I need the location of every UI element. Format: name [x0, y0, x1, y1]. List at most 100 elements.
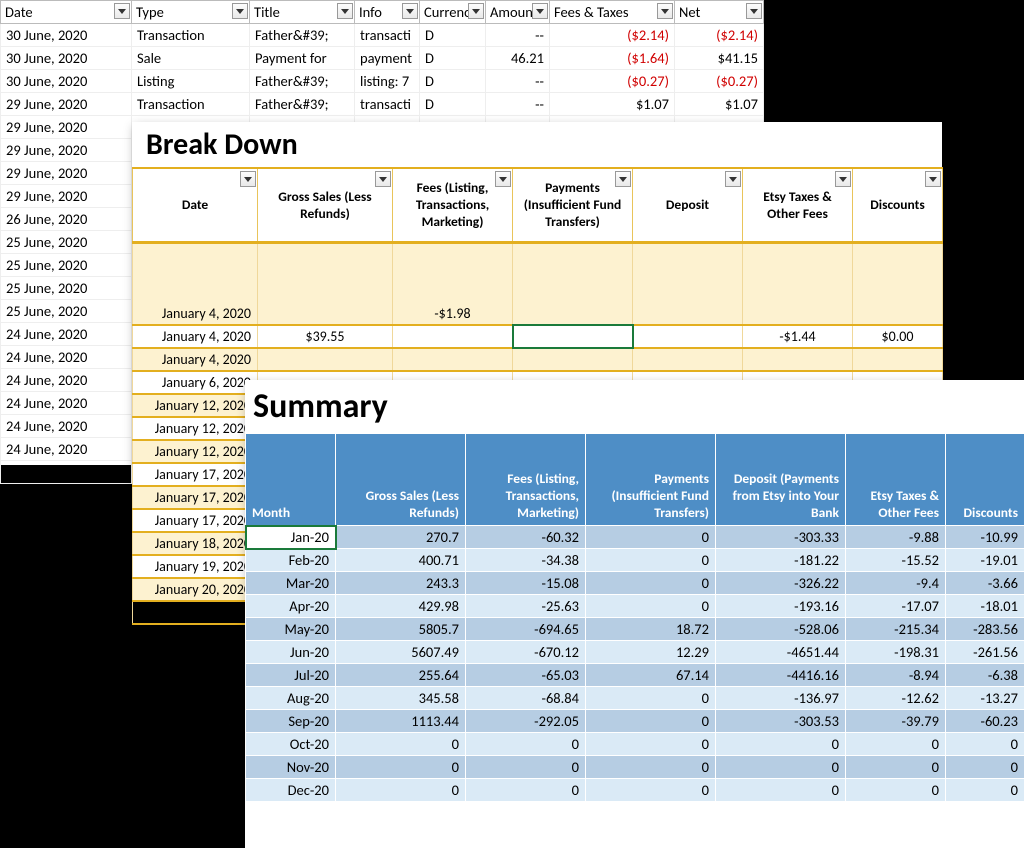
col-header[interactable]: Month: [246, 434, 336, 526]
cell[interactable]: --: [486, 70, 550, 93]
cell[interactable]: -10.99: [946, 526, 1024, 549]
cell[interactable]: 25 June, 2020: [1, 277, 132, 300]
cell[interactable]: January 17, 2020: [133, 509, 258, 532]
cell[interactable]: D: [420, 47, 486, 70]
cell[interactable]: transacti: [355, 93, 420, 116]
cell[interactable]: -9.4: [846, 572, 946, 595]
cell[interactable]: 0: [466, 779, 586, 802]
cell[interactable]: -694.65: [466, 618, 586, 641]
table-row[interactable]: Oct-20000000: [246, 733, 1024, 756]
col-header[interactable]: Date: [1, 1, 132, 24]
cell[interactable]: [513, 325, 633, 348]
cell[interactable]: 400.71: [336, 549, 466, 572]
cell[interactable]: -65.03: [466, 664, 586, 687]
cell[interactable]: 0: [586, 526, 716, 549]
filter-dropdown-icon[interactable]: [468, 3, 484, 19]
col-header[interactable]: Info: [355, 1, 420, 24]
cell[interactable]: 24 June, 2020: [1, 346, 132, 369]
cell[interactable]: -193.16: [716, 595, 846, 618]
cell[interactable]: 25 June, 2020: [1, 254, 132, 277]
cell[interactable]: -4651.44: [716, 641, 846, 664]
cell[interactable]: [258, 348, 393, 371]
col-header[interactable]: Discounts: [853, 168, 943, 242]
col-header[interactable]: Gross Sales (Less Refunds): [336, 434, 466, 526]
cell[interactable]: [393, 325, 513, 348]
cell[interactable]: listing: 7: [355, 70, 420, 93]
cell[interactable]: Feb-20: [246, 549, 336, 572]
cell[interactable]: 0: [846, 779, 946, 802]
cell[interactable]: Transaction: [132, 24, 250, 47]
cell[interactable]: 67.14: [586, 664, 716, 687]
cell[interactable]: 18.72: [586, 618, 716, 641]
table-row[interactable]: Jul-20255.64-65.0367.14-4416.16-8.94-6.3…: [246, 664, 1024, 687]
table-row[interactable]: January 4, 2020$39.55-$1.44$0.00: [133, 325, 943, 348]
cell[interactable]: -528.06: [716, 618, 846, 641]
table-row[interactable]: 29 June, 2020TransactionFather&#39;trans…: [1, 93, 764, 116]
cell[interactable]: 24 June, 2020: [1, 369, 132, 392]
col-header[interactable]: Currenc: [420, 1, 486, 24]
cell[interactable]: January 6, 2020: [133, 371, 258, 394]
cell[interactable]: January 12, 2020: [133, 417, 258, 440]
cell[interactable]: Father&#39;: [250, 24, 355, 47]
cell[interactable]: -34.38: [466, 549, 586, 572]
cell[interactable]: 29 June, 2020: [1, 116, 132, 139]
filter-dropdown-icon[interactable]: [746, 3, 762, 19]
cell[interactable]: --: [486, 93, 550, 116]
cell[interactable]: -670.12: [466, 641, 586, 664]
filter-dropdown-icon[interactable]: [375, 171, 391, 187]
filter-dropdown-icon[interactable]: [232, 3, 248, 19]
cell[interactable]: [393, 348, 513, 371]
cell[interactable]: 24 June, 2020: [1, 438, 132, 461]
cell[interactable]: 270.7: [336, 526, 466, 549]
cell[interactable]: 24 June, 2020: [1, 392, 132, 415]
cell[interactable]: 429.98: [336, 595, 466, 618]
cell[interactable]: Transaction: [132, 93, 250, 116]
cell[interactable]: 0: [336, 756, 466, 779]
cell[interactable]: 0: [716, 756, 846, 779]
col-header[interactable]: Payments (Insufficient Fund Transfers): [586, 434, 716, 526]
cell[interactable]: ($0.27): [550, 70, 675, 93]
col-header[interactable]: Etsy Taxes & Other Fees: [846, 434, 946, 526]
cell[interactable]: Aug-20: [246, 687, 336, 710]
cell[interactable]: [258, 242, 393, 325]
table-row[interactable]: Dec-20000000: [246, 779, 1024, 802]
cell[interactable]: ($0.27): [675, 70, 764, 93]
cell[interactable]: $0.00: [853, 325, 943, 348]
cell[interactable]: 243.3: [336, 572, 466, 595]
cell[interactable]: 24 June, 2020: [1, 323, 132, 346]
cell[interactable]: -326.22: [716, 572, 846, 595]
cell[interactable]: Father&#39;: [250, 70, 355, 93]
cell[interactable]: -303.53: [716, 710, 846, 733]
cell[interactable]: January 20, 2020: [133, 578, 258, 601]
col-header[interactable]: Fees (Listing, Transactions, Marketing): [466, 434, 586, 526]
cell[interactable]: 0: [946, 733, 1024, 756]
cell[interactable]: 0: [336, 733, 466, 756]
cell[interactable]: 5607.49: [336, 641, 466, 664]
cell[interactable]: -4416.16: [716, 664, 846, 687]
cell[interactable]: Jun-20: [246, 641, 336, 664]
cell[interactable]: $1.07: [550, 93, 675, 116]
filter-dropdown-icon[interactable]: [240, 171, 256, 187]
cell[interactable]: -60.32: [466, 526, 586, 549]
cell[interactable]: transacti: [355, 24, 420, 47]
cell[interactable]: 29 June, 2020: [1, 139, 132, 162]
cell[interactable]: 0: [716, 779, 846, 802]
filter-dropdown-icon[interactable]: [532, 3, 548, 19]
cell[interactable]: 24 June, 2020: [1, 415, 132, 438]
table-row[interactable]: 30 June, 2020ListingFather&#39;listing: …: [1, 70, 764, 93]
cell[interactable]: 29 June, 2020: [1, 185, 132, 208]
cell[interactable]: 30 June, 2020: [1, 47, 132, 70]
cell[interactable]: -13.27: [946, 687, 1024, 710]
cell[interactable]: -25.63: [466, 595, 586, 618]
table-row[interactable]: January 4, 2020: [133, 348, 943, 371]
cell[interactable]: -39.79: [846, 710, 946, 733]
cell[interactable]: 0: [946, 779, 1024, 802]
cell[interactable]: -303.33: [716, 526, 846, 549]
cell[interactable]: Jul-20: [246, 664, 336, 687]
cell[interactable]: -292.05: [466, 710, 586, 733]
cell[interactable]: 0: [466, 756, 586, 779]
table-row[interactable]: Apr-20429.98-25.630-193.16-17.07-18.01: [246, 595, 1024, 618]
cell[interactable]: -215.34: [846, 618, 946, 641]
filter-dropdown-icon[interactable]: [337, 3, 353, 19]
cell[interactable]: January 17, 2020: [133, 463, 258, 486]
